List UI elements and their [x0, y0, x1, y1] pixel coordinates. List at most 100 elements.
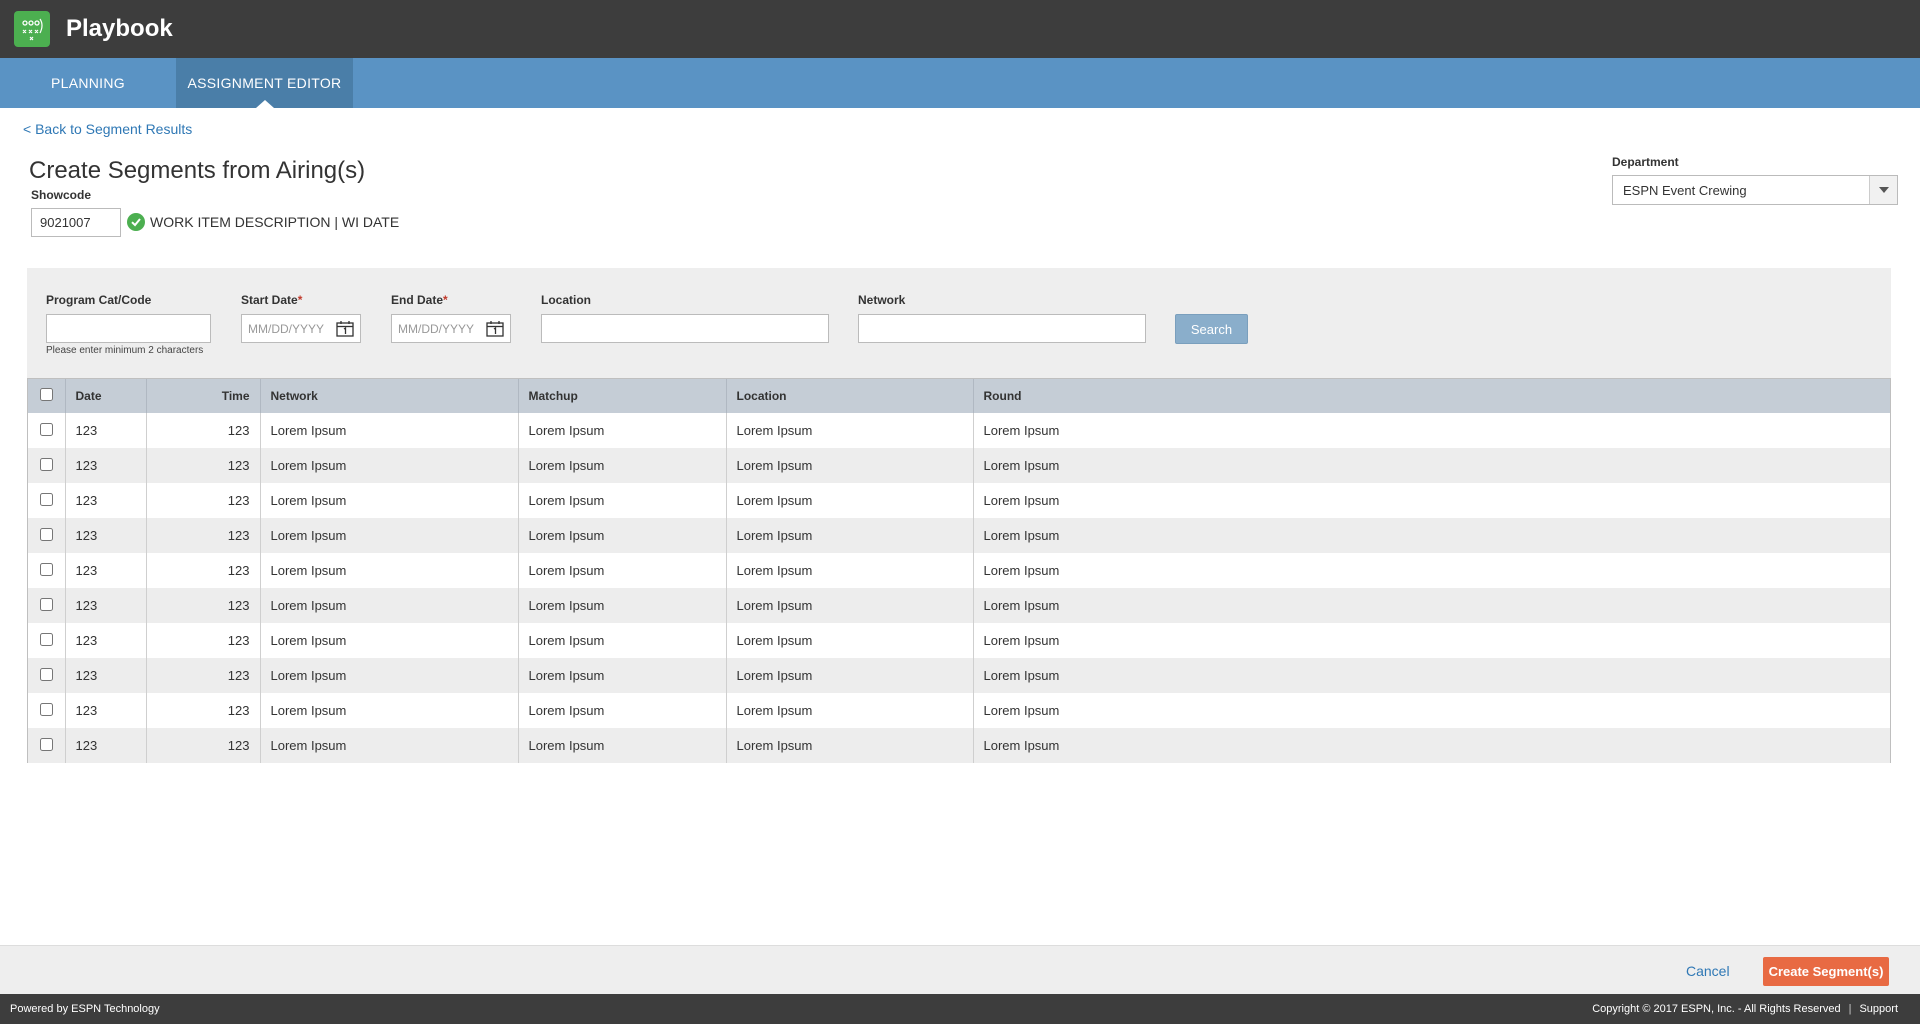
row-checkbox[interactable] — [39, 737, 53, 751]
search-button[interactable]: Search — [1175, 314, 1248, 344]
cell-network: Lorem Ipsum — [260, 448, 519, 483]
cell-location: Lorem Ipsum — [726, 693, 974, 728]
select-all-cell — [28, 379, 66, 413]
page-title: Create Segments from Airing(s) — [29, 157, 366, 184]
table-row[interactable]: 123 123 Lorem Ipsum Lorem Ipsum Lorem Ipsum L… — [28, 588, 1890, 623]
cell-date: 123 — [65, 553, 147, 588]
cell-round: Lorem Ipsum — [983, 703, 1060, 718]
cell-network: Lorem Ipsum — [260, 413, 519, 448]
row-checkbox[interactable] — [39, 527, 53, 541]
cell-time: 123 — [146, 448, 261, 483]
filter-panel: Program Cat/Code Please enter minimum 2 … — [27, 268, 1891, 378]
cell-matchup: Lorem Ipsum — [518, 553, 727, 588]
cell-location: Lorem Ipsum — [726, 483, 974, 518]
showcode-label: Showcode — [31, 188, 92, 202]
end-date-placeholder: MM/DD/YYYY — [398, 321, 475, 336]
cell-matchup: Lorem Ipsum — [518, 623, 727, 658]
cell-time: 123 — [146, 413, 261, 448]
support-link[interactable]: Support — [1859, 1003, 1898, 1015]
cell-location: Lorem Ipsum — [726, 518, 974, 553]
cell-round: Lorem Ipsum — [983, 528, 1060, 543]
cell-time: 123 — [146, 728, 261, 763]
end-date-label-text: End Date — [391, 293, 444, 307]
network-input[interactable] — [858, 314, 1146, 343]
table-row[interactable]: 123 123 Lorem Ipsum Lorem Ipsum Lorem Ipsum L… — [28, 413, 1890, 448]
end-date-input[interactable]: MM/DD/YYYY — [391, 314, 511, 343]
check-circle-icon — [127, 213, 145, 231]
cell-round: Lorem Ipsum — [983, 458, 1060, 473]
cell-location: Lorem Ipsum — [726, 553, 974, 588]
work-item-description: WORK ITEM DESCRIPTION | WI DATE — [150, 214, 400, 230]
table-row[interactable]: 123 123 Lorem Ipsum Lorem Ipsum Lorem Ipsum L… — [28, 483, 1890, 518]
column-header-date[interactable]: Date — [65, 379, 147, 413]
select-all-checkbox[interactable] — [39, 388, 53, 401]
row-checkbox[interactable] — [39, 562, 53, 576]
column-header-matchup[interactable]: Matchup — [518, 379, 727, 413]
chevron-down-icon[interactable] — [1869, 176, 1897, 204]
row-checkbox[interactable] — [39, 632, 53, 646]
location-label: Location — [541, 293, 591, 307]
tab-planning[interactable]: PLANNING — [0, 58, 176, 108]
cell-time: 123 — [146, 623, 261, 658]
row-checkbox[interactable] — [39, 457, 53, 471]
row-checkbox[interactable] — [39, 422, 53, 436]
start-date-input[interactable]: MM/DD/YYYY — [241, 314, 361, 343]
create-segments-button[interactable]: Create Segment(s) — [1763, 957, 1889, 986]
table-row[interactable]: 123 123 Lorem Ipsum Lorem Ipsum Lorem Ipsum L… — [28, 693, 1890, 728]
powered-by-text: Powered by ESPN Technology — [10, 1003, 160, 1015]
department-label: Department — [1612, 155, 1679, 169]
department-value: ESPN Event Crewing — [1623, 182, 1747, 198]
department-select[interactable]: ESPN Event Crewing — [1612, 175, 1898, 205]
cell-matchup: Lorem Ipsum — [518, 693, 727, 728]
footer-separator: | — [1848, 1003, 1852, 1015]
cell-network: Lorem Ipsum — [260, 728, 519, 763]
tab-assignment-editor[interactable]: ASSIGNMENT EDITOR — [176, 58, 353, 108]
row-checkbox[interactable] — [39, 667, 53, 681]
cell-date: 123 — [65, 448, 147, 483]
row-select-cell — [28, 413, 66, 448]
cell-matchup: Lorem Ipsum — [518, 728, 727, 763]
table-header-row: Date Time Network Matchup Location Round — [28, 379, 1890, 413]
cell-round: Lorem Ipsum — [983, 598, 1060, 613]
cell-date: 123 — [65, 518, 147, 553]
cell-round: Lorem Ipsum — [983, 668, 1060, 683]
program-cat-code-input[interactable] — [46, 314, 211, 343]
column-header-round[interactable]: Round — [973, 379, 1890, 413]
end-date-label: End Date* — [391, 293, 448, 307]
row-checkbox[interactable] — [39, 702, 53, 716]
calendar-icon[interactable] — [486, 320, 504, 337]
column-header-location[interactable]: Location — [726, 379, 974, 413]
showcode-input[interactable] — [31, 208, 121, 237]
start-date-label-text: Start Date — [241, 293, 298, 307]
back-to-segment-results-link[interactable]: < Back to Segment Results — [23, 121, 192, 137]
table-row[interactable]: 123 123 Lorem Ipsum Lorem Ipsum Lorem Ipsum L… — [28, 623, 1890, 658]
column-header-time[interactable]: Time — [146, 379, 261, 413]
cell-matchup: Lorem Ipsum — [518, 448, 727, 483]
footer: Powered by ESPN Technology Copyright © 2… — [0, 994, 1920, 1024]
cell-date: 123 — [65, 623, 147, 658]
row-select-cell — [28, 623, 66, 658]
table-row[interactable]: 123 123 Lorem Ipsum Lorem Ipsum Lorem Ipsum L… — [28, 448, 1890, 483]
cell-round: Lorem Ipsum — [983, 493, 1060, 508]
column-header-network[interactable]: Network — [260, 379, 519, 413]
action-bar: Cancel Create Segment(s) — [0, 945, 1920, 994]
top-bar: Playbook — [0, 0, 1920, 58]
cell-date: 123 — [65, 728, 147, 763]
location-input[interactable] — [541, 314, 829, 343]
cell-time: 123 — [146, 483, 261, 518]
cell-matchup: Lorem Ipsum — [518, 483, 727, 518]
calendar-icon[interactable] — [336, 320, 354, 337]
cell-round: Lorem Ipsum — [983, 738, 1060, 753]
table-row[interactable]: 123 123 Lorem Ipsum Lorem Ipsum Lorem Ipsum L… — [28, 658, 1890, 693]
cell-network: Lorem Ipsum — [260, 588, 519, 623]
cell-matchup: Lorem Ipsum — [518, 588, 727, 623]
cancel-button[interactable]: Cancel — [1686, 963, 1730, 979]
table-row[interactable]: 123 123 Lorem Ipsum Lorem Ipsum Lorem Ipsum L… — [28, 553, 1890, 588]
row-checkbox[interactable] — [39, 492, 53, 506]
table-row[interactable]: 123 123 Lorem Ipsum Lorem Ipsum Lorem Ipsum L… — [28, 518, 1890, 553]
cell-time: 123 — [146, 588, 261, 623]
table-row[interactable]: 123 123 Lorem Ipsum Lorem Ipsum Lorem Ipsum L… — [28, 728, 1890, 763]
row-checkbox[interactable] — [39, 597, 53, 611]
required-mark: * — [443, 293, 448, 307]
playbook-logo-icon[interactable] — [14, 11, 50, 47]
